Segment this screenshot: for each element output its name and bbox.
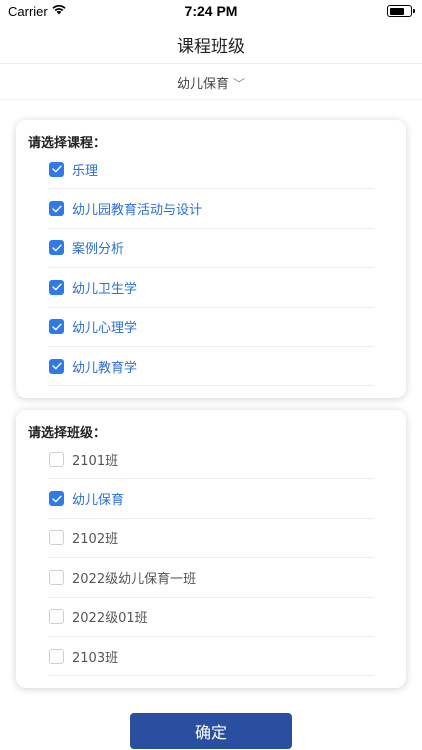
checkbox-checked-icon[interactable] [49, 319, 64, 335]
checkbox-checked-icon[interactable] [49, 491, 64, 507]
class-list: 2101班幼儿保育 2102班 2022级幼儿保育一班 2022级01班 2103班 [49, 440, 374, 677]
header-divider [0, 63, 422, 64]
course-option[interactable]: 幼儿心理学 [49, 308, 374, 347]
course-option-label: 乐理 [72, 163, 99, 179]
class-option-label: 幼儿保育 [72, 493, 125, 509]
class-option-label: 2102班 [72, 532, 119, 548]
checkbox-unchecked-icon[interactable] [49, 569, 64, 585]
page-title: 课程班级 [177, 37, 245, 57]
major-selector-value: 幼儿保育 [176, 77, 229, 92]
checkbox-unchecked-icon[interactable] [49, 609, 64, 625]
course-list: 乐理幼儿园教育活动与设计 案例分析幼儿卫生学幼儿心理学幼儿教育学 [49, 150, 374, 387]
class-option-label: 2022级01班 [72, 611, 148, 627]
course-option[interactable]: 幼儿园教育活动与设计 [49, 189, 374, 229]
checkbox-checked-icon[interactable] [49, 201, 64, 217]
course-option-label: 幼儿心理学 [72, 321, 138, 337]
checkbox-unchecked-icon[interactable] [49, 648, 64, 664]
checkbox-checked-icon[interactable] [49, 240, 64, 256]
course-card: 请选择课程： 乐理幼儿园教育活动与设计 案例分析幼儿卫生学幼儿心理学幼儿教育学 [16, 120, 406, 398]
course-option[interactable]: 案例分析 [49, 229, 374, 269]
class-option[interactable]: 2022级幼儿保育一班 [49, 558, 374, 598]
course-option-label: 案例分析 [72, 242, 125, 258]
major-selector[interactable]: 幼儿保育 ﹀ [0, 73, 422, 92]
class-option[interactable]: 2102班 [49, 519, 374, 559]
selector-divider [0, 99, 422, 100]
class-option[interactable]: 2103班 [49, 637, 374, 677]
checkbox-unchecked-icon[interactable] [49, 451, 64, 467]
class-option-label: 2101班 [72, 453, 119, 469]
class-card: 请选择班级： 2101班幼儿保育 2102班 2022级幼儿保育一班 2022级01班… [16, 410, 406, 688]
chevron-down-icon: ﹀ [233, 77, 246, 91]
checkbox-checked-icon[interactable] [49, 358, 64, 374]
clock: 7:24 PM [184, 3, 238, 19]
course-option[interactable]: 幼儿教育学 [49, 347, 374, 387]
class-option-label: 2022级幼儿保育一班 [72, 571, 197, 587]
class-option[interactable]: 2022级01班 [49, 598, 374, 637]
class-heading: 请选择班级： [28, 426, 107, 441]
class-option-label: 2103班 [72, 650, 119, 666]
checkbox-checked-icon[interactable] [49, 161, 64, 177]
class-option[interactable]: 2101班 [49, 440, 374, 480]
course-heading: 请选择课程： [28, 136, 107, 151]
confirm-button[interactable]: 确定 [130, 713, 292, 749]
checkbox-unchecked-icon[interactable] [49, 530, 64, 546]
class-option[interactable]: 幼儿保育 [49, 479, 374, 519]
checkbox-checked-icon[interactable] [49, 279, 64, 295]
status-bar: Carrier 7:24 PM [0, 0, 422, 22]
course-option[interactable]: 幼儿卫生学 [49, 268, 374, 308]
course-option-label: 幼儿教育学 [72, 360, 138, 376]
course-option-label: 幼儿园教育活动与设计 [72, 203, 203, 219]
course-option[interactable]: 乐理 [49, 150, 374, 190]
course-option-label: 幼儿卫生学 [72, 281, 138, 297]
battery-icon [387, 5, 415, 17]
